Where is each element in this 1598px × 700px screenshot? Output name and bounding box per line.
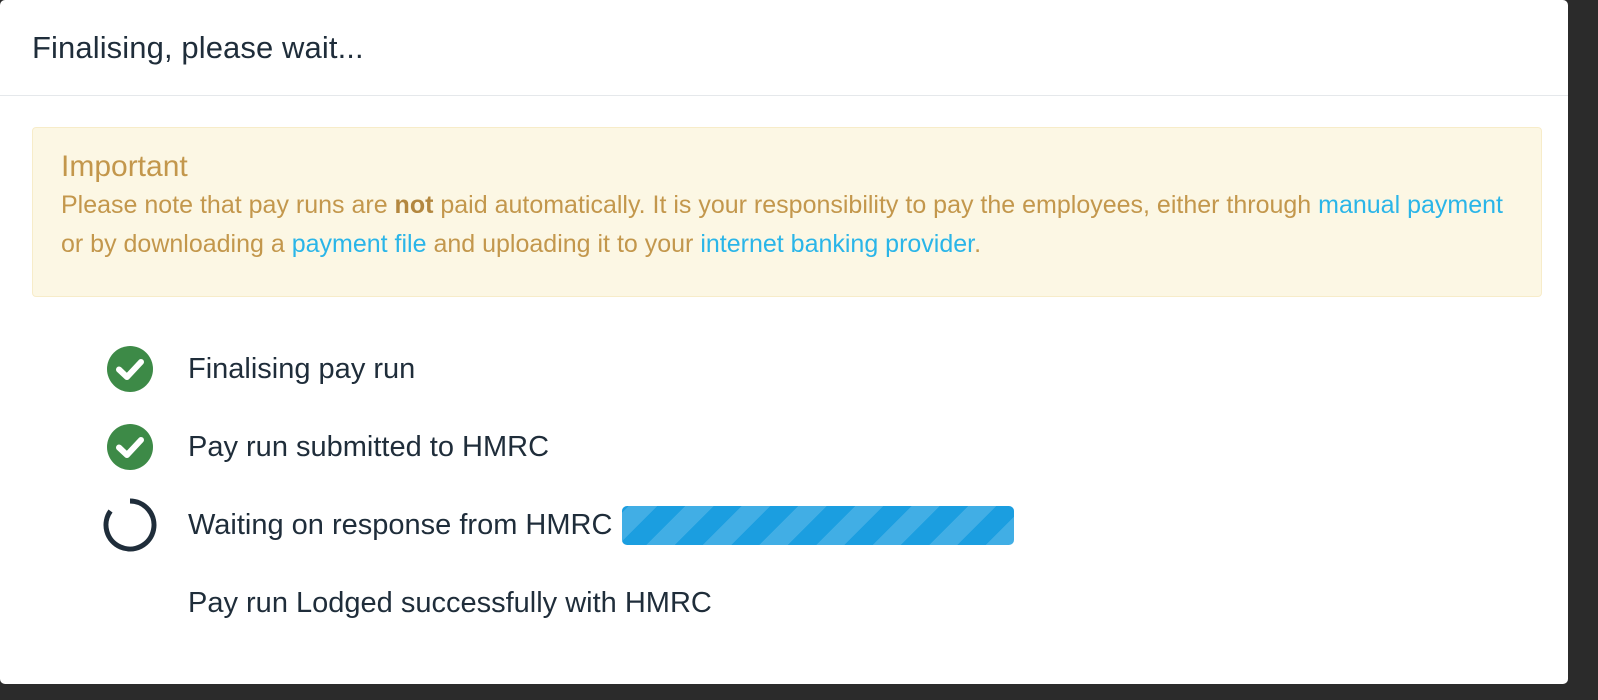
modal-body: Important Please note that pay runs are …: [0, 96, 1568, 627]
alert-text-part: .: [974, 230, 982, 258]
spinner-icon: [102, 497, 158, 553]
step-submitted: Pay run submitted to HMRC: [102, 423, 1542, 471]
step-label: Pay run submitted to HMRC: [188, 430, 550, 463]
finalise-modal: Finalising, please wait... Important Ple…: [0, 0, 1568, 684]
modal-title: Finalising, please wait...: [32, 29, 364, 65]
step-waiting: Waiting on response from HMRC: [102, 498, 1542, 552]
alert-text-emphasis: not: [394, 191, 434, 219]
check-circle-icon: [102, 341, 158, 397]
alert-text-part: and uploading it to your: [426, 230, 701, 258]
step-label: Waiting on response from HMRC: [188, 508, 613, 541]
step-label: Finalising pay run: [188, 352, 416, 385]
payment-file-link[interactable]: payment file: [292, 230, 427, 258]
alert-text-part: Please note that pay runs are: [61, 191, 395, 219]
manual-payment-link[interactable]: manual payment: [1318, 191, 1503, 219]
alert-text-part: or by downloading a: [61, 230, 292, 258]
internet-banking-provider-link[interactable]: internet banking provider: [700, 230, 974, 258]
important-alert: Important Please note that pay runs are …: [32, 127, 1542, 297]
alert-heading: Important: [61, 150, 188, 183]
step-lodged: Pay run Lodged successfully with HMRC: [102, 579, 1542, 627]
alert-text-part: paid automatically. It is your responsib…: [433, 191, 1319, 219]
check-circle-icon: [102, 419, 158, 475]
progress-steps: Finalising pay run Pay run submitted to …: [32, 345, 1542, 627]
alert-text: Please note that pay runs are not paid a…: [61, 186, 1513, 264]
step-finalising: Finalising pay run: [102, 345, 1542, 393]
step-icon-placeholder: [102, 575, 158, 631]
progress-bar-fill: [622, 506, 1014, 545]
step-label: Pay run Lodged successfully with HMRC: [188, 586, 712, 619]
progress-bar: [622, 505, 1015, 545]
modal-header: Finalising, please wait...: [0, 0, 1568, 96]
